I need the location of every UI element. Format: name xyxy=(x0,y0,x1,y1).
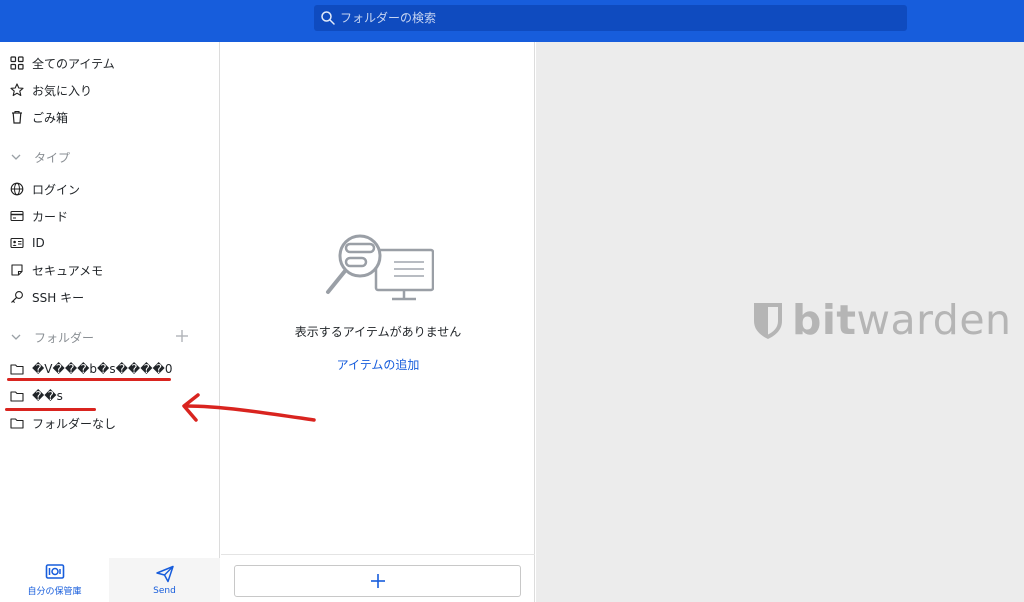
sidebar-item-label: ごみ箱 xyxy=(32,110,69,125)
credit-card-icon xyxy=(10,210,24,222)
globe-icon xyxy=(10,182,24,196)
sidebar-item-label: 全てのアイテム xyxy=(32,56,115,71)
empty-state-message: 表示するアイテムがありません xyxy=(294,325,462,339)
search-input[interactable] xyxy=(340,11,880,25)
add-item-link[interactable]: アイテムの追加 xyxy=(221,356,535,373)
add-folder-button[interactable] xyxy=(174,328,190,344)
star-icon xyxy=(10,83,24,97)
sidebar-item-label: ログイン xyxy=(32,182,81,197)
top-bar xyxy=(0,0,1024,42)
sidebar-item-no-folder[interactable]: フォルダーなし xyxy=(10,412,116,434)
sidebar-item-card[interactable]: カード xyxy=(10,205,68,227)
paper-plane-icon xyxy=(155,565,174,582)
detail-pane: bitwarden xyxy=(536,42,1024,602)
plus-icon xyxy=(370,574,385,588)
sidebar-item-label: �V���b�s����0 xyxy=(32,362,173,376)
sidebar-item-favorites[interactable]: お気に入り xyxy=(10,79,92,101)
section-title-type: タイプ xyxy=(34,150,71,165)
sidebar-item-trash[interactable]: ごみ箱 xyxy=(10,106,68,128)
sidebar-item-label: ID xyxy=(32,236,45,250)
chevron-down-icon xyxy=(11,334,21,340)
sidebar-item-label: セキュアメモ xyxy=(32,263,104,278)
sidebar-item-label: SSH キー xyxy=(32,290,85,305)
shield-icon xyxy=(754,302,782,339)
annotation-underline xyxy=(5,408,96,411)
sidebar-item-label: ��s xyxy=(32,389,63,403)
annotation-arrow xyxy=(182,393,316,422)
search-icon xyxy=(321,11,335,25)
bottom-nav-send[interactable]: Send xyxy=(109,558,220,602)
sidebar-item-secure-note[interactable]: セキュアメモ xyxy=(10,259,103,281)
grid-icon xyxy=(10,56,24,70)
sidebar-item-label: フォルダーなし xyxy=(32,416,117,431)
vault-icon xyxy=(45,564,64,579)
folder-icon xyxy=(10,418,24,429)
sidebar: 全てのアイテム お気に入り ごみ箱 タイプ ログイン カード ID セキュアメモ… xyxy=(0,42,220,602)
note-icon xyxy=(11,264,23,276)
sidebar-item-label: お気に入り xyxy=(32,83,93,98)
sidebar-item-folder-1[interactable]: �V���b�s����0 xyxy=(10,358,172,380)
key-icon xyxy=(11,291,23,303)
folder-icon xyxy=(10,391,24,402)
bottom-nav-vault[interactable]: 自分の保管庫 xyxy=(0,558,109,602)
sidebar-item-identity[interactable]: ID xyxy=(10,232,45,254)
bottom-nav-send-label: Send xyxy=(153,585,176,596)
logo-wordmark: bitwarden xyxy=(792,296,1012,344)
item-list-pane: 表示するアイテムがありません アイテムの追加 xyxy=(221,42,535,602)
sidebar-item-ssh-key[interactable]: SSH キー xyxy=(10,286,84,308)
annotation-underline xyxy=(7,378,171,381)
section-title-folders: フォルダー xyxy=(34,330,95,345)
sidebar-item-all-items[interactable]: 全てのアイテム xyxy=(10,52,115,74)
section-toggle-folders[interactable]: フォルダー xyxy=(10,326,94,348)
list-footer xyxy=(221,554,535,602)
bottom-nav: 自分の保管庫 Send xyxy=(0,558,220,602)
sidebar-item-login[interactable]: ログイン xyxy=(10,178,80,200)
id-card-icon xyxy=(10,237,24,249)
bitwarden-logo: bitwarden xyxy=(752,300,1012,341)
search-box[interactable] xyxy=(314,5,907,31)
folder-icon xyxy=(10,364,24,375)
trash-icon xyxy=(12,110,22,124)
empty-search-illustration xyxy=(326,234,434,301)
bottom-nav-vault-label: 自分の保管庫 xyxy=(27,587,82,597)
section-toggle-type[interactable]: タイプ xyxy=(10,146,70,168)
sidebar-item-folder-2[interactable]: ��s xyxy=(10,385,63,407)
chevron-down-icon xyxy=(11,154,21,160)
sidebar-item-label: カード xyxy=(32,209,69,224)
add-item-button[interactable] xyxy=(234,565,521,597)
